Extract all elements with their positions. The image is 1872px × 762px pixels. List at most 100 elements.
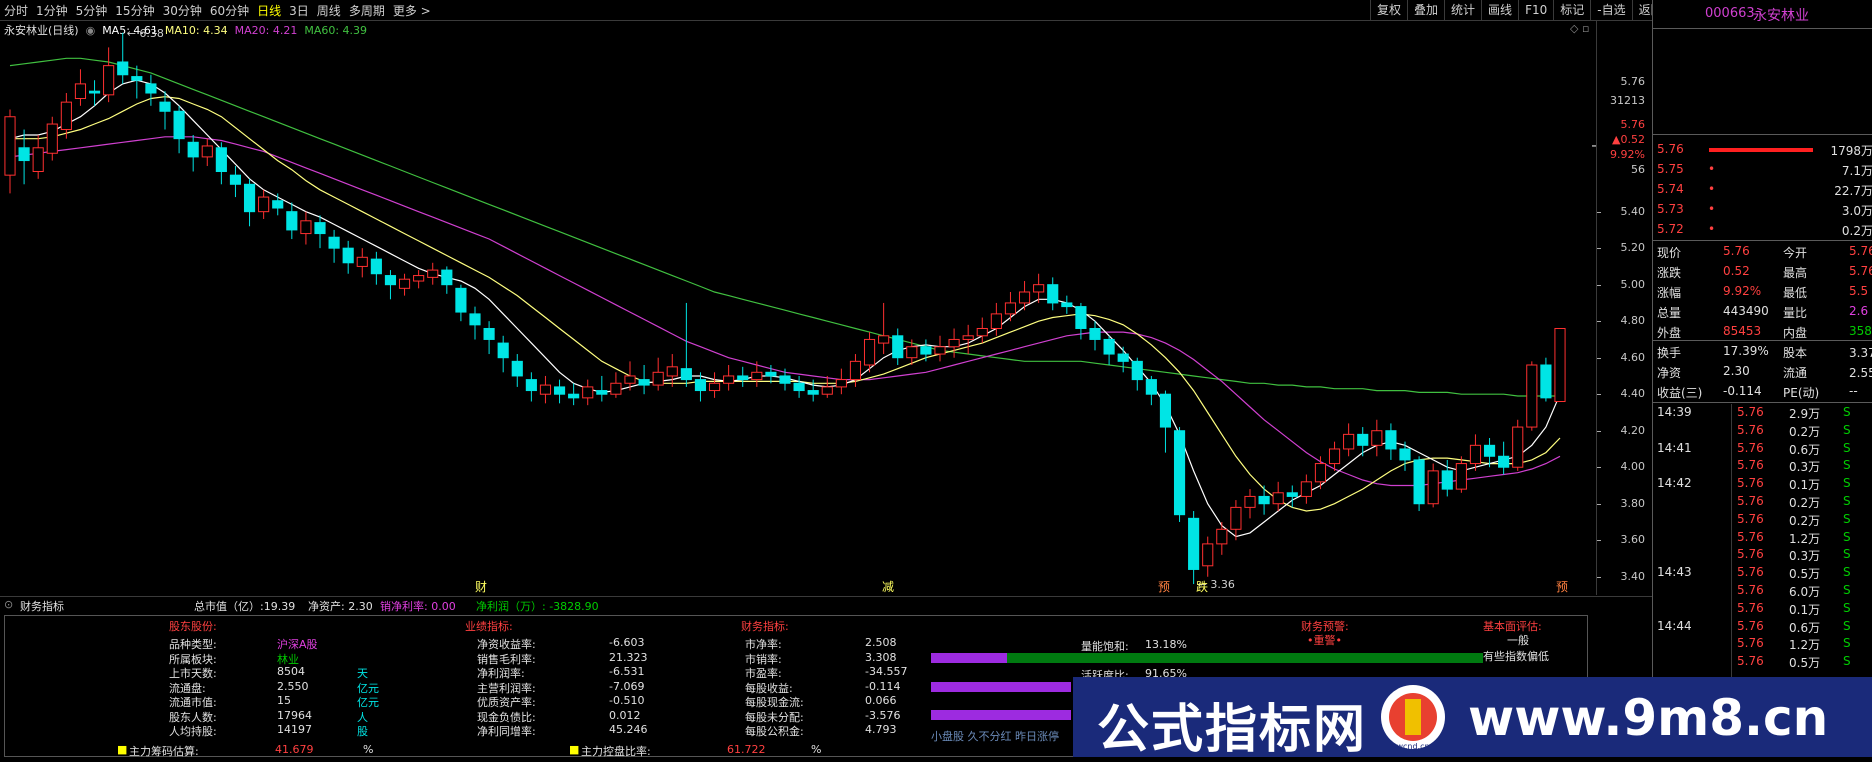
axis-tick [1597, 211, 1601, 213]
tick-side: S [1843, 547, 1851, 562]
stock-code: 000663 [1705, 6, 1755, 21]
timeframe-toolbar: 分时 1分钟 5分钟 15分钟 30分钟 60分钟 日线 3日 周线 多周期 更多 > 复权 叠加 统计… [0, 0, 1663, 21]
finance-key: 人均持股: [169, 725, 217, 738]
tool-button[interactable]: 统计 [1444, 0, 1481, 20]
net-profit: 净利润（万）: -3828.90 [476, 600, 599, 613]
ctrl-value: 61.722 [727, 743, 766, 756]
activity-bar-fill [931, 682, 1071, 692]
quote-row: 净资 2.30 流通 2.55亿 [1653, 362, 1872, 382]
candle-body [483, 327, 495, 340]
ask-marker: • [1708, 202, 1716, 216]
timeframe-tab[interactable]: 更多 > [389, 2, 435, 19]
quote-value: -0.114 [1723, 384, 1762, 398]
warning-value: •重警• [1307, 634, 1342, 647]
candle-body [18, 147, 30, 162]
axis-top-value: 5.76 [1620, 118, 1646, 131]
candle-body [539, 384, 552, 395]
tick-price: 5.76 [1737, 654, 1764, 669]
activity-bar-fill-2 [931, 710, 1071, 720]
watermark-url: www.9m8.cn [1468, 689, 1829, 747]
candle-body [497, 342, 509, 359]
timeframe-tab[interactable]: 日线 [253, 2, 285, 19]
candle-body [455, 287, 467, 313]
candle-body [32, 147, 44, 173]
timeframe-tab[interactable]: 多周期 [345, 2, 389, 19]
timeframe-tab[interactable]: 30分钟 [159, 2, 206, 19]
tick-time: 14:41 [1657, 440, 1692, 455]
kline-chart[interactable]: ← 6.38← 3.36财减预跌预 [0, 20, 1596, 595]
candle-body [1173, 430, 1186, 516]
tick-time: 14:44 [1657, 618, 1692, 633]
tick-row: 5.76 0.2万 S [1653, 422, 1872, 440]
timeframe-list: 分时 1分钟 5分钟 15分钟 30分钟 60分钟 日线 3日 周线 多周期 更多 > [0, 2, 435, 19]
ask-marker: • [1708, 182, 1716, 196]
candle-body [779, 375, 791, 384]
collapse-icon[interactable]: ⊙ [4, 598, 13, 611]
axis-tick [1597, 248, 1601, 250]
shareholder-title: 股东股份: [169, 620, 217, 633]
timeframe-tab[interactable]: 3日 [285, 2, 313, 19]
ask-row[interactable]: 5.75 • 7.1万 [1653, 160, 1872, 180]
tool-button[interactable]: 复权 [1370, 0, 1407, 20]
candle-body [215, 147, 227, 173]
finance-header: ⊙ 财务指标 总市值（亿）:19.39 净资产: 2.30 销净利率: 0.00… [0, 596, 1652, 613]
candle-body [962, 335, 974, 340]
ask-row[interactable]: 5.76 1798万 [1653, 140, 1872, 160]
tick-side: S [1843, 600, 1851, 615]
tool-button[interactable]: 标记 [1553, 0, 1590, 20]
finance-value: 2.550 [277, 679, 309, 693]
candle-body [1526, 364, 1538, 428]
quote-value: 35803 [1849, 324, 1872, 338]
tick-row: 5.76 0.2万 S [1653, 493, 1872, 511]
tick-row: 5.76 6.0万 S [1653, 582, 1872, 600]
candle-body [258, 196, 270, 213]
tick-row: 5.76 1.2万 S [1653, 529, 1872, 547]
separator [1653, 240, 1872, 241]
timeframe-tab[interactable]: 15分钟 [111, 2, 158, 19]
quote-row: 换手 17.39% 股本 3.37亿 [1653, 342, 1872, 362]
quote-value: 5.76 [1849, 264, 1872, 278]
timeframe-tab[interactable]: 5分钟 [72, 2, 112, 19]
timeframe-tab[interactable]: 周线 [313, 2, 345, 19]
tick-side: S [1843, 476, 1851, 491]
tool-button[interactable]: 叠加 [1407, 0, 1444, 20]
finance-value: 17964 [277, 708, 312, 722]
tick-row: 5.76 0.1万 S [1653, 600, 1872, 618]
candle-body [878, 335, 890, 344]
ask-row[interactable]: 5.74 • 22.7万 [1653, 180, 1872, 200]
timeframe-tab[interactable]: 分时 [0, 2, 32, 19]
candle-body [384, 275, 397, 286]
axis-top-value: 9.92% [1610, 148, 1645, 161]
quote-value: 3.37亿 [1849, 346, 1872, 360]
timeframe-tab[interactable]: 1分钟 [32, 2, 72, 19]
finance-value: 15 [277, 694, 291, 707]
finance-value: 0.066 [865, 694, 897, 707]
candle-body [821, 386, 833, 395]
quote-value: 2.6 [1849, 304, 1869, 318]
quote-key: 最高 [1783, 266, 1808, 280]
signal-label: 减 [882, 580, 894, 594]
tool-button[interactable]: -自选 [1590, 0, 1631, 20]
ask-row[interactable]: 5.72 • 0.2万 [1653, 220, 1872, 240]
stock-name: 永安林业 [1753, 8, 1809, 24]
tool-button[interactable]: F10 [1518, 0, 1553, 20]
logo-caption: wcnd.cn [1396, 742, 1429, 751]
finance-value: 8504 [277, 665, 305, 678]
high-price-label: ← 6.38 [127, 27, 164, 40]
timeframe-tab[interactable]: 60分钟 [206, 2, 253, 19]
candle-body [229, 174, 242, 185]
candle-body [1131, 360, 1143, 381]
candle-body [765, 371, 777, 377]
candle-body [1047, 284, 1059, 304]
tool-button[interactable]: 画线 [1481, 0, 1518, 20]
candle-body [1413, 459, 1425, 505]
finance-value: 2.508 [865, 636, 897, 649]
performance-title: 业绩指标: [465, 620, 513, 633]
signal-label: 跌 [1196, 579, 1208, 594]
quote-key: 总量 [1657, 306, 1682, 320]
tick-row: 5.76 0.3万 S [1653, 546, 1872, 564]
tick-volume: 0.1万 [1789, 478, 1821, 493]
axis-top-value: 31213 [1610, 94, 1645, 107]
quote-key: 内盘 [1783, 326, 1808, 340]
ask-row[interactable]: 5.73 • 3.0万 [1653, 200, 1872, 220]
